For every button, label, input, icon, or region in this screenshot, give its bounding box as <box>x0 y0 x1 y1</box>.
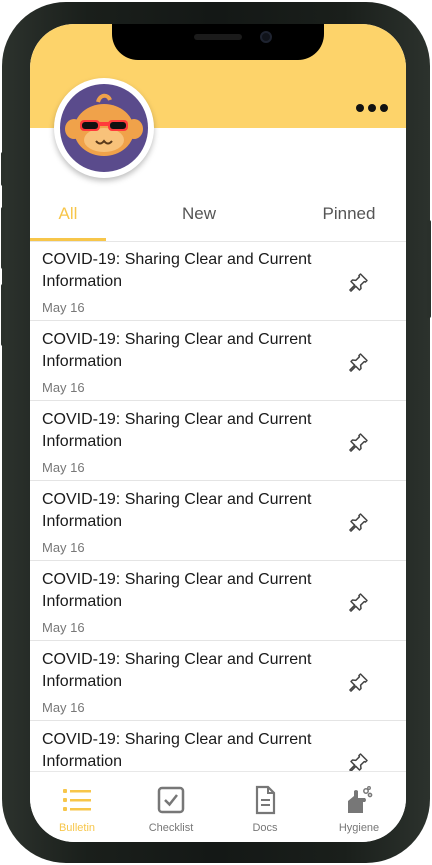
volume-up-button <box>1 207 5 269</box>
avatar[interactable] <box>54 78 154 178</box>
nav-hygiene-label: Hygiene <box>338 822 380 834</box>
tab-all[interactable]: All <box>30 196 106 240</box>
list-item[interactable]: COVID-19: Sharing Clear and Current Info… <box>30 721 406 771</box>
item-title: COVID-19: Sharing Clear and Current Info… <box>42 411 312 450</box>
item-date: May 16 <box>42 540 85 555</box>
pin-icon[interactable] <box>346 271 370 295</box>
list-item[interactable]: COVID-19: Sharing Clear and Current Info… <box>30 641 406 721</box>
item-title: COVID-19: Sharing Clear and Current Info… <box>42 491 312 530</box>
item-date: May 16 <box>42 380 85 395</box>
item-title: COVID-19: Sharing Clear and Current Info… <box>42 331 312 370</box>
pin-icon[interactable] <box>346 431 370 455</box>
pin-icon[interactable] <box>346 351 370 375</box>
nav-hygiene[interactable]: Hygiene <box>312 772 406 842</box>
list-item[interactable]: COVID-19: Sharing Clear and Current Info… <box>30 481 406 561</box>
tab-pinned[interactable]: Pinned <box>308 196 390 240</box>
nav-bulletin-label: Bulletin <box>58 822 96 834</box>
bottom-navigation: Bulletin Checklist Docs Hygiene <box>30 771 406 842</box>
list-item[interactable]: COVID-19: Sharing Clear and Current Info… <box>30 561 406 641</box>
list-icon <box>63 789 91 811</box>
list-item[interactable]: COVID-19: Sharing Clear and Current Info… <box>30 321 406 401</box>
pin-icon[interactable] <box>346 671 370 695</box>
item-title: COVID-19: Sharing Clear and Current Info… <box>42 731 312 770</box>
silent-switch <box>1 152 5 186</box>
bulletin-list: COVID-19: Sharing Clear and Current Info… <box>30 241 406 771</box>
power-button <box>427 220 431 318</box>
more-dots-icon <box>356 104 364 112</box>
nav-docs-label: Docs <box>252 822 278 834</box>
pin-icon[interactable] <box>346 751 370 771</box>
nav-checklist[interactable]: Checklist <box>124 772 218 842</box>
item-date: May 16 <box>42 460 85 475</box>
checkbox-icon <box>157 786 185 814</box>
item-title: COVID-19: Sharing Clear and Current Info… <box>42 571 312 610</box>
monkey-sunglasses-avatar-icon <box>60 84 148 172</box>
item-date: May 16 <box>42 700 85 715</box>
item-date: May 16 <box>42 300 85 315</box>
list-item[interactable]: COVID-19: Sharing Clear and Current Info… <box>30 241 406 321</box>
tab-new[interactable]: New <box>158 196 240 240</box>
document-icon <box>255 785 276 815</box>
app-screen: All New Pinned COVID-19: Sharing Clear a… <box>30 24 406 842</box>
handwash-icon <box>348 786 373 813</box>
notch <box>112 24 324 60</box>
list-item[interactable]: COVID-19: Sharing Clear and Current Info… <box>30 401 406 481</box>
nav-bulletin[interactable]: Bulletin <box>30 772 124 842</box>
item-title: COVID-19: Sharing Clear and Current Info… <box>42 251 312 290</box>
volume-down-button <box>1 284 5 346</box>
item-title: COVID-19: Sharing Clear and Current Info… <box>42 651 312 690</box>
front-camera <box>260 31 272 43</box>
speaker <box>194 34 242 40</box>
nav-checklist-label: Checklist <box>148 822 194 834</box>
nav-docs[interactable]: Docs <box>218 772 312 842</box>
filter-tabs: All New Pinned <box>30 196 406 242</box>
pin-icon[interactable] <box>346 591 370 615</box>
phone-frame: All New Pinned COVID-19: Sharing Clear a… <box>1 2 431 863</box>
item-date: May 16 <box>42 620 85 635</box>
pin-icon[interactable] <box>346 511 370 535</box>
more-options-button[interactable] <box>356 104 388 112</box>
